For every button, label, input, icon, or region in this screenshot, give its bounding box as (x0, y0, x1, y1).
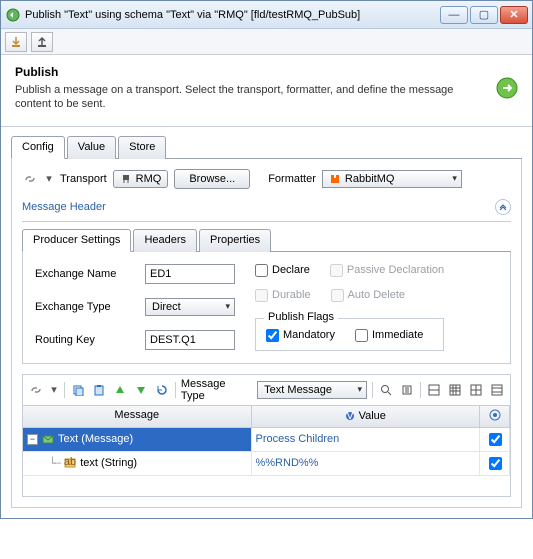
description-heading: Publish (15, 65, 490, 79)
svg-text:ab: ab (64, 457, 76, 468)
grid2-icon[interactable] (447, 382, 463, 398)
passive-declaration-checkbox: Passive Declaration (330, 264, 444, 277)
column-message[interactable]: Message (23, 406, 252, 427)
chevron-down-icon: ▾ (452, 173, 457, 184)
tab-headers[interactable]: Headers (133, 229, 197, 252)
copy-icon[interactable] (70, 382, 86, 398)
message-grid: Message V Value − Text (Message) (22, 406, 511, 497)
row-value[interactable]: Process Children (252, 428, 481, 451)
tab-producer-settings[interactable]: Producer Settings (22, 229, 131, 252)
chevron-down-icon: ▾ (225, 301, 230, 312)
declare-checkbox[interactable]: Declare (255, 264, 310, 277)
row-label: Text (Message) (58, 433, 133, 445)
routing-key-input[interactable] (145, 330, 235, 350)
row-label: text (String) (80, 457, 137, 469)
message-icon (42, 433, 54, 445)
publish-flags-fieldset: Publish Flags Mandatory Immediate (255, 318, 444, 351)
exchange-name-input[interactable] (145, 264, 235, 284)
grid-toolbar: ▾ Message Type Text Message ▾ (22, 374, 511, 406)
maximize-button[interactable]: ▢ (470, 6, 498, 24)
transport-value-box: RMQ (113, 170, 169, 188)
dropdown-arrow-icon[interactable]: ▾ (44, 174, 54, 184)
collapse-button[interactable] (495, 199, 511, 215)
publish-flags-legend: Publish Flags (264, 311, 338, 323)
column-enabled[interactable] (480, 406, 510, 427)
routing-key-label: Routing Key (35, 334, 135, 346)
formatter-label: Formatter (268, 173, 316, 185)
row-checkbox[interactable] (489, 457, 502, 470)
message-type-label: Message Type (181, 378, 252, 402)
import-button[interactable] (5, 32, 27, 52)
grid1-icon[interactable] (426, 382, 442, 398)
dropdown-arrow-icon[interactable]: ▾ (49, 385, 59, 395)
description-text: Publish a message on a transport. Select… (15, 83, 490, 112)
search-icon[interactable] (378, 382, 394, 398)
row-checkbox[interactable] (489, 433, 502, 446)
toolbar (1, 29, 532, 55)
main-tabs: Config Value Store (11, 135, 522, 159)
grid4-icon[interactable] (489, 382, 505, 398)
exchange-type-label: Exchange Type (35, 301, 135, 313)
rabbitmq-icon (329, 173, 341, 185)
titlebar: Publish "Text" using schema "Text" via "… (1, 1, 532, 29)
plug-icon (120, 173, 132, 185)
exchange-name-label: Exchange Name (35, 268, 135, 280)
window-title: Publish "Text" using schema "Text" via "… (25, 9, 440, 21)
description-panel: Publish Publish a message on a transport… (1, 55, 532, 127)
transport-value: RMQ (136, 173, 162, 185)
target-icon (489, 409, 501, 421)
tab-store[interactable]: Store (118, 136, 166, 159)
table-row[interactable]: └┄ ab text (String) %%RND%% (23, 452, 510, 476)
grid3-icon[interactable] (468, 382, 484, 398)
refresh-icon[interactable] (154, 382, 170, 398)
collapse-icon[interactable]: − (27, 434, 38, 445)
svg-text:V: V (346, 411, 354, 421)
filter-icon[interactable] (399, 382, 415, 398)
app-icon (5, 7, 21, 23)
chevron-down-icon: ▾ (358, 384, 363, 395)
exchange-type-combo[interactable]: Direct ▾ (145, 298, 235, 316)
link-icon (22, 171, 38, 187)
tab-config[interactable]: Config (11, 136, 65, 159)
durable-checkbox: Durable (255, 289, 311, 302)
tab-properties[interactable]: Properties (199, 229, 271, 252)
formatter-combo[interactable]: RabbitMQ ▾ (322, 170, 462, 188)
tab-value[interactable]: Value (67, 136, 116, 159)
move-up-icon[interactable] (112, 382, 128, 398)
message-type-combo[interactable]: Text Message ▾ (257, 381, 367, 399)
publish-icon (490, 65, 518, 112)
close-button[interactable]: ✕ (500, 6, 528, 24)
export-button[interactable] (31, 32, 53, 52)
minimize-button[interactable]: — (440, 6, 468, 24)
immediate-checkbox[interactable]: Immediate (355, 329, 423, 342)
column-value[interactable]: V Value (252, 406, 481, 427)
auto-delete-checkbox: Auto Delete (331, 289, 405, 302)
row-value[interactable]: %%RND%% (252, 452, 481, 475)
string-icon: ab (64, 457, 76, 469)
value-icon: V (345, 411, 355, 421)
browse-button[interactable]: Browse... (174, 169, 250, 189)
transport-label: Transport (60, 173, 107, 185)
section-header: Message Header (22, 201, 106, 213)
table-row[interactable]: − Text (Message) Process Children (23, 428, 510, 452)
formatter-value: RabbitMQ (345, 173, 395, 185)
mandatory-checkbox[interactable]: Mandatory (266, 329, 335, 342)
exchange-type-value: Direct (152, 301, 181, 313)
move-down-icon[interactable] (133, 382, 149, 398)
paste-icon[interactable] (91, 382, 107, 398)
tree-line: └┄ (49, 457, 60, 470)
inner-tabs: Producer Settings Headers Properties (22, 228, 511, 252)
message-type-value: Text Message (264, 384, 332, 396)
link-icon (28, 382, 44, 398)
